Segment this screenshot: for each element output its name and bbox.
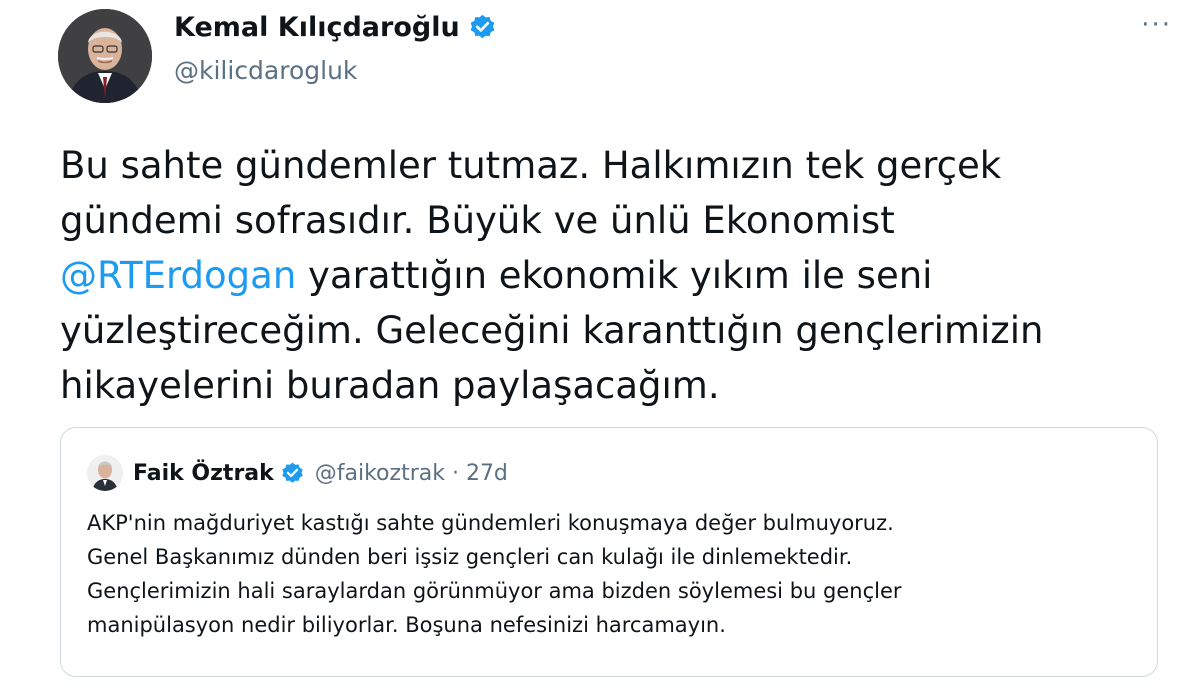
tweet-card: Kemal Kılıçdaroğlu @kilicdarogluk ··· Bu… [0, 0, 1200, 693]
profile-photo [58, 9, 152, 103]
tweet-line-4: yüzleştireceğim. Geleceğini karanttığın … [60, 309, 1044, 352]
quoted-tweet-header: Faik Öztrak @faikoztrak · 27d [87, 455, 508, 491]
verified-badge-icon [468, 13, 497, 42]
quoted-tweet[interactable]: Faik Öztrak @faikoztrak · 27d AKP'nin ma… [60, 427, 1158, 677]
tweet-line-1: Bu sahte gündemler tutmaz. Halkımızın te… [60, 144, 1002, 187]
tweet-line-2: gündemi sofrasıdır. Büyük ve ünlü Ekonom… [60, 199, 895, 242]
quoted-line-3: Gençlerimizin hali saraylardan görünmüyo… [87, 579, 902, 603]
author-handle[interactable]: @kilicdarogluk [174, 56, 357, 85]
tweet-line-3: @RTErdogan yarattığın ekonomik yıkım ile… [60, 248, 1170, 303]
quoted-author-name[interactable]: Faik Öztrak [133, 461, 274, 486]
quoted-verified-badge-icon [280, 461, 305, 486]
author-avatar[interactable] [58, 9, 152, 103]
mention-link[interactable]: @RTErdogan [60, 254, 296, 297]
more-options-icon[interactable]: ··· [1141, 12, 1172, 38]
author-name-row[interactable]: Kemal Kılıçdaroğlu [174, 12, 497, 43]
author-display-name[interactable]: Kemal Kılıçdaroğlu [174, 12, 460, 43]
tweet-line-3-text: yarattığın ekonomik yıkım ile seni [296, 254, 933, 297]
quoted-profile-photo [87, 455, 123, 491]
quoted-handle-time[interactable]: @faikoztrak · 27d [315, 461, 508, 486]
quoted-tweet-body: AKP'nin mağduriyet kastığı sahte gündeml… [87, 506, 1147, 642]
quoted-line-1: AKP'nin mağduriyet kastığı sahte gündeml… [87, 511, 894, 535]
quoted-line-2: Genel Başkanımız dünden beri işsiz gençl… [87, 545, 853, 569]
quoted-line-4: manipülasyon nedir biliyorlar. Boşuna ne… [87, 613, 726, 637]
tweet-body: Bu sahte gündemler tutmaz. Halkımızın te… [60, 138, 1170, 413]
tweet-line-5: hikayelerini buradan paylaşacağım. [60, 364, 720, 407]
quoted-author-avatar[interactable] [87, 455, 123, 491]
